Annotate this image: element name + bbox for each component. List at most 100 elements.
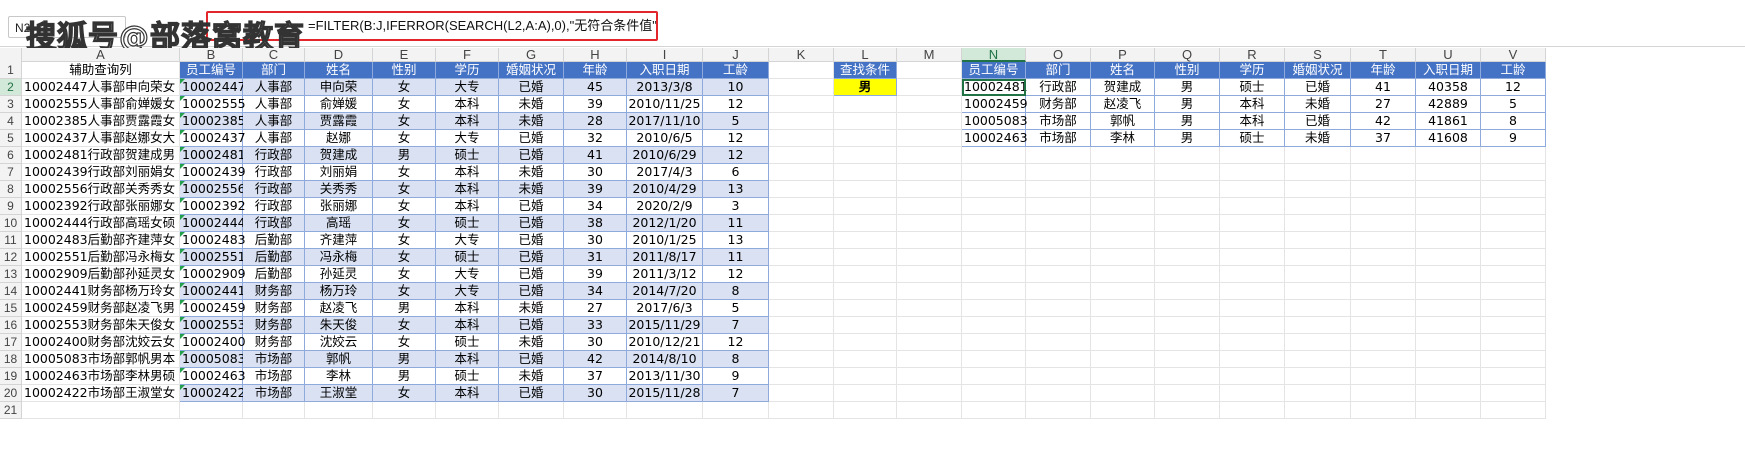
grid-cell[interactable] <box>1285 351 1351 368</box>
grid-cell[interactable] <box>1351 368 1416 385</box>
main-table-cell[interactable]: 10002556 <box>180 181 246 198</box>
result-table-cell[interactable]: 41608 <box>1416 130 1481 147</box>
result-table-cell[interactable]: 市场部 <box>1026 130 1091 147</box>
grid-cell[interactable] <box>834 351 897 368</box>
main-table-cell[interactable]: 未婚 <box>499 113 564 130</box>
grid-cell[interactable] <box>1481 147 1546 164</box>
result-table-cell[interactable]: 10002459 <box>962 96 1028 113</box>
main-table-cell[interactable]: 10002553 <box>180 317 246 334</box>
grid-cell[interactable] <box>769 164 834 181</box>
result-table-header[interactable]: 年龄 <box>1351 62 1416 79</box>
main-table-cell[interactable]: 2017/4/3 <box>627 164 703 181</box>
grid-cell[interactable] <box>1220 215 1285 232</box>
grid-cell[interactable] <box>769 351 834 368</box>
grid-cell[interactable] <box>1416 402 1481 419</box>
grid-cell[interactable] <box>897 368 962 385</box>
grid-cell[interactable] <box>897 113 962 130</box>
helper-cell[interactable]: 10002392行政部张丽娜女 <box>22 198 180 215</box>
grid-cell[interactable] <box>1481 164 1546 181</box>
main-table-cell[interactable]: 已婚 <box>499 317 564 334</box>
grid-cell[interactable] <box>769 113 834 130</box>
main-table-cell[interactable]: 男 <box>373 147 436 164</box>
grid-cell[interactable] <box>1091 402 1155 419</box>
main-table-cell[interactable]: 人事部 <box>243 79 305 96</box>
main-table-cell[interactable]: 郭帆 <box>305 351 373 368</box>
grid-cell[interactable] <box>1155 351 1220 368</box>
grid-cell[interactable] <box>243 402 305 419</box>
grid-cell[interactable] <box>1091 249 1155 266</box>
grid-cell[interactable] <box>769 198 834 215</box>
main-table-cell[interactable]: 本科 <box>436 164 499 181</box>
row-header-19[interactable]: 19 <box>0 368 22 385</box>
grid-cell[interactable] <box>834 334 897 351</box>
grid-cell[interactable] <box>834 113 897 130</box>
grid-cell[interactable] <box>22 402 180 419</box>
grid-cell[interactable] <box>1351 385 1416 402</box>
column-header-s[interactable]: S <box>1285 48 1351 62</box>
row-header-7[interactable]: 7 <box>0 164 22 181</box>
grid-cell[interactable] <box>1026 317 1091 334</box>
grid-cell[interactable] <box>834 181 897 198</box>
helper-cell[interactable]: 10002441财务部杨万玲女 <box>22 283 180 300</box>
grid-cell[interactable] <box>1285 402 1351 419</box>
grid-cell[interactable] <box>1481 300 1546 317</box>
grid-cell[interactable] <box>703 402 769 419</box>
grid-cell[interactable] <box>962 198 1026 215</box>
main-table-cell[interactable]: 市场部 <box>243 351 305 368</box>
main-table-cell[interactable]: 申向荣 <box>305 79 373 96</box>
main-table-cell[interactable]: 13 <box>703 181 769 198</box>
grid-cell[interactable] <box>1155 385 1220 402</box>
row-header-13[interactable]: 13 <box>0 266 22 283</box>
main-table-cell[interactable]: 硕士 <box>436 334 499 351</box>
grid-cell[interactable] <box>1351 249 1416 266</box>
main-table-cell[interactable]: 杨万玲 <box>305 283 373 300</box>
main-table-cell[interactable]: 本科 <box>436 385 499 402</box>
grid-cell[interactable] <box>834 266 897 283</box>
grid-cell[interactable] <box>1220 402 1285 419</box>
main-table-cell[interactable]: 34 <box>564 283 627 300</box>
grid-cell[interactable] <box>1220 164 1285 181</box>
main-table-cell[interactable]: 39 <box>564 96 627 113</box>
result-table-header[interactable]: 部门 <box>1026 62 1091 79</box>
grid-cell[interactable] <box>1220 198 1285 215</box>
main-table-cell[interactable]: 9 <box>703 368 769 385</box>
main-table-cell[interactable]: 8 <box>703 351 769 368</box>
grid-cell[interactable] <box>962 249 1026 266</box>
helper-cell[interactable]: 10002483后勤部齐建萍女 <box>22 232 180 249</box>
main-table-header[interactable]: 学历 <box>436 62 499 79</box>
main-table-cell[interactable]: 大专 <box>436 79 499 96</box>
result-table-cell[interactable]: 本科 <box>1220 96 1285 113</box>
main-table-cell[interactable]: 大专 <box>436 283 499 300</box>
column-header-v[interactable]: V <box>1481 48 1546 62</box>
grid-cell[interactable] <box>897 283 962 300</box>
grid-cell[interactable] <box>1091 385 1155 402</box>
result-table-cell[interactable]: 41 <box>1351 79 1416 96</box>
main-table-cell[interactable]: 已婚 <box>499 215 564 232</box>
grid-cell[interactable] <box>834 249 897 266</box>
grid-cell[interactable] <box>897 249 962 266</box>
main-table-cell[interactable]: 37 <box>564 368 627 385</box>
main-table-cell[interactable]: 31 <box>564 249 627 266</box>
result-table-cell[interactable]: 赵凌飞 <box>1091 96 1155 113</box>
main-table-cell[interactable]: 市场部 <box>243 385 305 402</box>
grid-cell[interactable] <box>1091 300 1155 317</box>
grid-cell[interactable] <box>1285 300 1351 317</box>
grid-cell[interactable] <box>1416 385 1481 402</box>
main-table-cell[interactable]: 39 <box>564 266 627 283</box>
main-table-cell[interactable]: 10002439 <box>180 164 246 181</box>
row-header-18[interactable]: 18 <box>0 351 22 368</box>
grid-cell[interactable] <box>962 164 1026 181</box>
grid-cell[interactable] <box>834 147 897 164</box>
grid-cell[interactable] <box>1026 198 1091 215</box>
grid-cell[interactable] <box>1220 385 1285 402</box>
grid-cell[interactable] <box>1155 164 1220 181</box>
grid-cell[interactable] <box>834 317 897 334</box>
grid-cell[interactable] <box>1155 249 1220 266</box>
grid-cell[interactable] <box>305 402 373 419</box>
column-header-h[interactable]: H <box>564 48 627 62</box>
result-table-cell[interactable]: 男 <box>1155 113 1220 130</box>
grid-cell[interactable] <box>1091 164 1155 181</box>
grid-cell[interactable] <box>897 402 962 419</box>
grid-cell[interactable] <box>1285 334 1351 351</box>
main-table-cell[interactable]: 10002447 <box>180 79 246 96</box>
